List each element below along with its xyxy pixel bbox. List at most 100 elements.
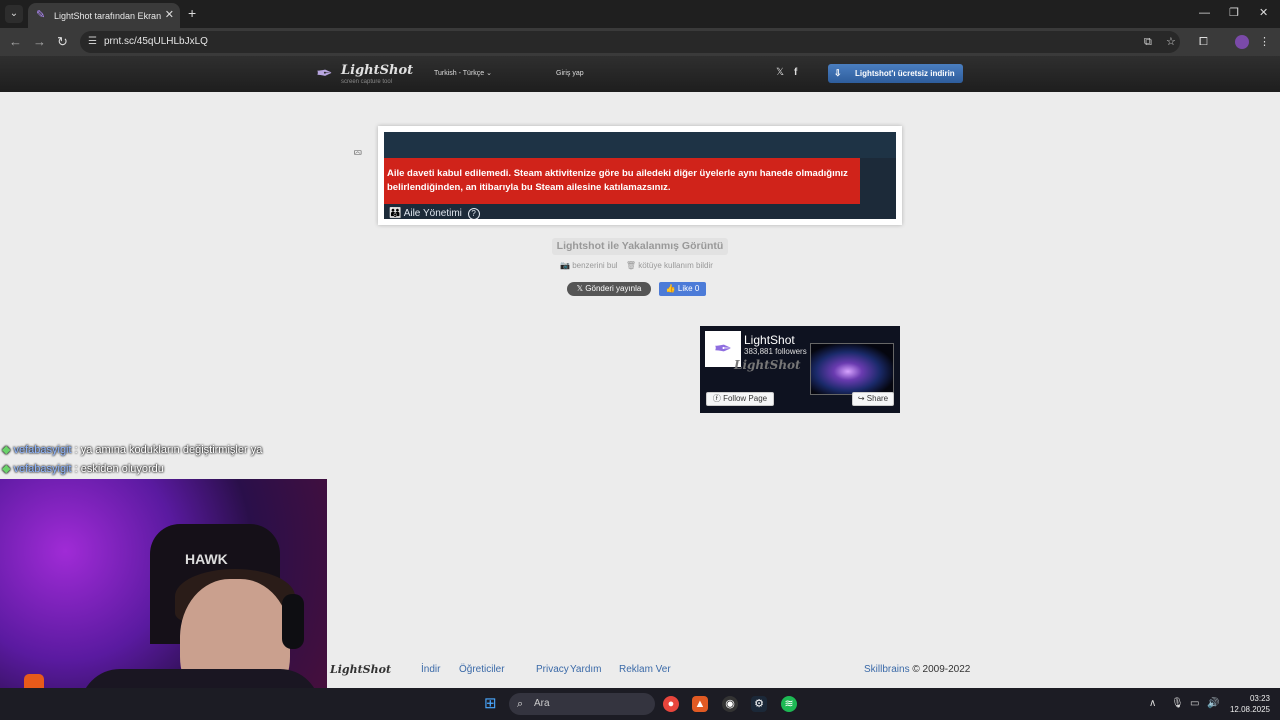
fb-like-label: Like 0 xyxy=(677,284,700,293)
footer-link-privacy[interactable]: Privacy xyxy=(536,663,569,677)
tray-overflow-icon[interactable]: ∧ xyxy=(1149,697,1156,711)
headset xyxy=(282,594,304,649)
footer-link-advertise[interactable]: Reklam Ver xyxy=(619,663,671,677)
lightshot-favicon-icon: ✎ xyxy=(36,9,46,21)
taskbar-clock[interactable]: 03:23 12.08.2025 xyxy=(1226,693,1270,715)
facebook-icon: ⓕ xyxy=(712,394,721,403)
site-logo-subtitle: screen capture tool xyxy=(341,79,393,85)
restore-icon[interactable]: ❐ xyxy=(1229,6,1239,20)
window-close-icon[interactable]: ✕ xyxy=(1259,6,1268,20)
steam-icon[interactable]: ⚙ xyxy=(751,696,767,712)
active-tab[interactable]: ✎ LightShot tarafından Ekran Görüntüsü ✕ xyxy=(28,3,180,28)
report-abuse-link[interactable]: kötüye kullanım bildir xyxy=(638,261,713,271)
minimize-icon[interactable]: — xyxy=(1199,6,1210,20)
fb-share-button[interactable]: ↪ Share xyxy=(852,392,894,406)
chair-brand-text: HAWK xyxy=(185,551,228,567)
back-icon[interactable]: ← xyxy=(9,34,22,50)
copyright-text: © 2009-2022 xyxy=(909,664,971,675)
site-footer: LightShot İndir Öğreticiler Privacy Yard… xyxy=(327,656,1280,688)
steam-error-banner: Aile daveti kabul edilemedi. Steam aktiv… xyxy=(384,158,860,204)
fb-cover-image xyxy=(810,343,894,395)
footer-logo[interactable]: LightShot xyxy=(330,663,391,677)
tab-search-button[interactable]: ⌄ xyxy=(5,5,23,23)
network-icon[interactable]: ▭ xyxy=(1190,697,1199,711)
install-app-icon[interactable]: ⧉ xyxy=(1144,35,1152,49)
twitter-icon[interactable]: 𝕏 xyxy=(776,67,784,79)
chat-message: ◆ vefabasyigit : ya amına kodukların deği… xyxy=(2,444,262,457)
thumbs-up-icon: 👍 xyxy=(665,284,676,293)
clock-date: 12.08.2025 xyxy=(1229,705,1270,714)
brave-icon[interactable]: ▲ xyxy=(692,696,708,712)
image-actions: 📷 benzerini bul 🗑 kötüye kullanım bildir xyxy=(560,261,713,271)
language-label: Turkish - Türkçe xyxy=(434,70,485,77)
volume-icon[interactable]: 🔊 xyxy=(1207,697,1219,711)
download-button-label: Lightshot'ı ücretsiz indirin xyxy=(855,69,955,78)
clock-time: 03:23 xyxy=(1249,694,1270,703)
tab-close-icon[interactable]: ✕ xyxy=(165,8,174,22)
webcam-overlay: HAWK xyxy=(0,479,327,720)
chat-text: : ya amına kodukların değiştirmişler ya xyxy=(71,444,263,456)
site-logo[interactable]: LightShot xyxy=(341,63,413,79)
login-link[interactable]: Giriş yap xyxy=(556,69,584,79)
help-icon: ? xyxy=(467,208,480,219)
fb-follow-label: Follow Page xyxy=(723,394,768,403)
tweet-button[interactable]: 𝕏 Gönderi yayınla xyxy=(567,282,651,296)
camera-icon: 📷 xyxy=(560,261,570,270)
chat-message: ◆ vefabasyigit : eskiden oluyordu xyxy=(2,463,164,476)
obs-icon[interactable]: ◉ xyxy=(722,696,738,712)
address-bar[interactable]: ☰ prnt.sc/45qULHLbJxLQ xyxy=(80,31,1180,53)
fb-like-button[interactable]: 👍 Like 0 xyxy=(659,282,706,296)
chat-username: vefabasyigit xyxy=(13,463,72,475)
footer-link-download[interactable]: İndir xyxy=(421,663,440,677)
fb-cover-logo: LightShot xyxy=(734,358,801,372)
family-management-label: Aile Yönetimi xyxy=(403,208,462,219)
skillbrains-link[interactable]: Skillbrains xyxy=(864,664,910,675)
footer-link-help[interactable]: Yardım xyxy=(570,663,602,677)
reload-icon[interactable]: ↻ xyxy=(57,34,68,50)
facebook-page-widget[interactable]: ✒ LightShot 383,881 followers LightShot … xyxy=(700,326,900,413)
mouse-cursor-icon: ⮹ xyxy=(353,146,363,160)
footer-copyright: Skillbrains © 2009-2022 xyxy=(864,663,970,677)
fb-share-label: Share xyxy=(866,394,889,403)
forward-icon[interactable]: → xyxy=(33,34,46,50)
footer-link-tutorials[interactable]: Öğreticiler xyxy=(459,663,505,677)
download-button[interactable]: ⇩ Lightshot'ı ücretsiz indirin xyxy=(828,64,963,83)
browser-tab-bar: ⌄ ✎ LightShot tarafından Ekran Görüntüsü… xyxy=(0,0,1280,28)
chevron-down-icon: ⌄ xyxy=(486,70,493,77)
search-placeholder: Ara xyxy=(534,698,550,709)
profile-avatar[interactable] xyxy=(1235,35,1249,49)
taskbar-search[interactable]: ⌕ Ara xyxy=(509,693,655,715)
chrome-icon[interactable]: ● xyxy=(663,696,679,712)
windows-taskbar: ⊞ ⌕ Ara ● ▲ ◉ ⚙ ≋ ∧ 🎙 ▭ 🔊 03:23 12.08.20… xyxy=(0,688,1280,720)
bookmark-star-icon[interactable]: ☆ xyxy=(1166,35,1176,49)
chat-username: vefabasyigit xyxy=(13,444,72,456)
url-text: prnt.sc/45qULHLbJxLQ xyxy=(104,36,208,47)
fb-page-name[interactable]: LightShot xyxy=(744,333,795,347)
language-selector[interactable]: Turkish - Türkçe ⌄ xyxy=(434,69,492,79)
chat-text: : eskiden oluyordu xyxy=(71,463,164,475)
spotify-icon[interactable]: ≋ xyxy=(781,696,797,712)
site-info-icon[interactable]: ☰ xyxy=(88,35,97,49)
share-icon: ↪ xyxy=(857,394,865,403)
image-caption: Lightshot ile Yakalanmış Görüntü xyxy=(552,238,728,255)
steam-error-message: Aile daveti kabul edilemedi. Steam aktiv… xyxy=(387,168,848,193)
site-header: ✒ LightShot screen capture tool Turkish … xyxy=(0,56,1280,92)
family-management-row: 👪 Aile Yönetimi ? xyxy=(389,208,480,219)
find-similar-link[interactable]: benzerini bul xyxy=(572,261,617,271)
feather-logo-icon: ✒ xyxy=(316,63,333,85)
fb-follow-button[interactable]: ⓕ Follow Page xyxy=(706,392,774,406)
microphone-icon[interactable]: 🎙 xyxy=(1171,697,1184,711)
facebook-icon[interactable]: f xyxy=(794,67,797,79)
family-group-icon: 👪 xyxy=(389,208,402,219)
tab-title: LightShot tarafından Ekran Görüntüsü xyxy=(54,11,164,21)
windows-start-icon[interactable]: ⊞ xyxy=(484,696,500,712)
captured-screenshot[interactable]: Aile daveti kabul edilemedi. Steam aktiv… xyxy=(378,126,902,225)
screenshot-top-band xyxy=(384,132,896,158)
extensions-icon[interactable]: ⧠ xyxy=(1199,35,1208,49)
chat-badge-icon: ◆ xyxy=(2,444,11,456)
new-tab-icon[interactable]: + xyxy=(188,5,196,21)
download-icon: ⇩ xyxy=(834,68,842,78)
fb-followers-count: 383,881 followers xyxy=(744,347,807,356)
search-icon: ⌕ xyxy=(517,698,524,710)
menu-kebab-icon[interactable]: ⋮ xyxy=(1259,35,1270,49)
